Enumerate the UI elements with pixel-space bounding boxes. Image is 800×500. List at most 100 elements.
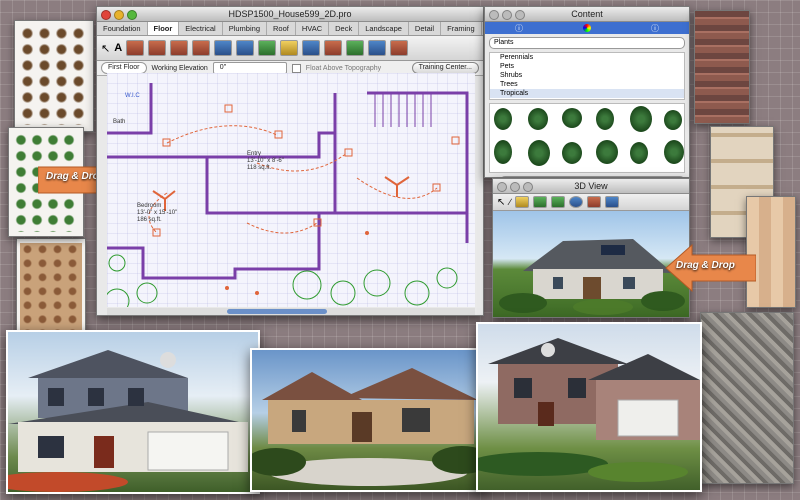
minimize-button[interactable] [502, 10, 512, 20]
view-options-icon[interactable] [390, 40, 409, 56]
category-item-perennials[interactable]: Perennials [490, 53, 684, 62]
furniture-thumbnail-grid [19, 27, 89, 125]
color-palette-icon[interactable] [583, 24, 591, 32]
room-area: 118 sq.ft. [247, 165, 272, 171]
close-button[interactable] [489, 10, 499, 20]
content-tab-bar: ⓘ ⓘ [485, 22, 689, 34]
house-render-center [252, 368, 484, 486]
content-window-title: Content [571, 9, 603, 19]
minimize-button[interactable] [114, 10, 124, 20]
tab-framing[interactable]: Framing [441, 22, 482, 35]
3d-render-viewport[interactable] [493, 211, 689, 317]
tab-detail[interactable]: Detail [409, 22, 442, 35]
room-label-wic: W.I.C [125, 93, 140, 99]
float-label: Float Above Topography [305, 64, 382, 72]
paint-icon[interactable] [514, 196, 529, 208]
fireplace-icon[interactable] [236, 40, 255, 56]
zoom-button[interactable] [523, 182, 533, 192]
room-name: Bedroom [137, 203, 162, 209]
tab-plumbing[interactable]: Plumbing [223, 22, 267, 35]
content-window: Content ⓘ ⓘ Plants Perennials Pets Shrubs T… [484, 6, 690, 178]
room-label-entry: Entry 13'-10" x 8'-6" 118 sq.ft. [247, 151, 284, 172]
close-button[interactable] [101, 10, 111, 20]
select-arrow-icon[interactable]: ↖ [497, 197, 505, 208]
text-tool-icon[interactable]: A [114, 42, 122, 54]
render-icon[interactable] [604, 196, 619, 208]
terrain-icon[interactable] [532, 196, 547, 208]
tab-foundation[interactable]: Foundation [97, 22, 148, 35]
3d-view-title: 3D View [574, 181, 608, 191]
floor-icon[interactable] [324, 40, 343, 56]
plan-window-titlebar[interactable]: HDSP1500_House599_2D.pro [97, 7, 483, 22]
door-tool-icon[interactable] [170, 40, 189, 56]
close-button[interactable] [497, 182, 507, 192]
category-item-pets[interactable]: Pets [490, 62, 684, 71]
info-icon-2[interactable]: ⓘ [651, 23, 659, 34]
3d-view-toolbar: ↖ ∕ [493, 194, 689, 211]
minimize-button[interactable] [510, 182, 520, 192]
zoom-button[interactable] [127, 10, 137, 20]
house-photo-right [476, 322, 702, 492]
3d-view-window: 3D View ↖ ∕ [492, 178, 690, 318]
tab-electrical[interactable]: Electrical [179, 22, 223, 35]
house-photo-center [250, 348, 486, 492]
room-name: Entry [247, 151, 262, 157]
category-select[interactable]: Plants [489, 37, 685, 49]
wand-icon[interactable]: ∕ [509, 197, 511, 207]
select-arrow-icon[interactable]: ↖ [101, 42, 110, 55]
furniture-thumbnails-panel [14, 20, 94, 132]
railing-icon[interactable] [280, 40, 299, 56]
tab-roof[interactable]: Roof [267, 22, 296, 35]
category-item-trees[interactable]: Trees [490, 80, 684, 89]
category-value: Plants [494, 39, 514, 46]
drag-drop-arrow-right: Drag & Drop [664, 243, 757, 293]
mode-tabs: Foundation Floor Electrical Plumbing Roof HVA… [97, 22, 483, 36]
room-label-bath: Bath [113, 119, 126, 125]
grass-icon[interactable] [550, 196, 565, 208]
stairs-tool-icon[interactable] [214, 40, 233, 56]
scrollbar-thumb[interactable] [227, 309, 327, 314]
wall-textures-panel [694, 10, 750, 124]
room-dims: 13'-0" x 15'-10" [137, 210, 178, 216]
3d-view-titlebar[interactable]: 3D View [493, 179, 689, 194]
recycle-icon[interactable] [346, 40, 365, 56]
floor-plan-drawing [107, 83, 469, 307]
category-item-tropicals[interactable]: Tropicals [490, 89, 684, 98]
plant-results-grid [489, 103, 685, 173]
furniture-thumbnail-grid-2 [20, 243, 82, 330]
3d-house-render [499, 239, 685, 315]
float-checkbox[interactable] [291, 63, 301, 73]
view-2d-icon[interactable] [368, 40, 387, 56]
room-area: 186 sq.ft. [137, 217, 162, 223]
house-render-right [478, 338, 700, 482]
room-label-bedroom: Bedroom 13'-0" x 15'-10" 186 sq.ft. [137, 203, 177, 224]
brick-wall-icon[interactable] [148, 40, 167, 56]
plan-canvas[interactable]: Bedroom 13'-0" x 15'-10" 186 sq.ft. Entr… [107, 73, 475, 307]
content-window-titlebar[interactable]: Content [485, 7, 689, 22]
material-icon[interactable] [586, 196, 601, 208]
tab-deck[interactable]: Deck [329, 22, 360, 35]
window-tool-icon[interactable] [192, 40, 211, 56]
drag-drop-label-right: Drag & Drop [676, 260, 735, 271]
wall-tool-icon[interactable] [126, 40, 145, 56]
tab-landscape[interactable]: Landscape [359, 22, 409, 35]
tab-floor[interactable]: Floor [147, 22, 180, 35]
house-photo-left [6, 330, 260, 494]
column-icon[interactable] [302, 40, 321, 56]
furniture-thumbnails-panel-2 [16, 238, 86, 335]
plan-window-title: HDSP1500_House599_2D.pro [228, 9, 352, 19]
info-icon[interactable]: ⓘ [515, 23, 523, 34]
category-item-shrubs[interactable]: Shrubs [490, 71, 684, 80]
horizontal-scrollbar[interactable] [107, 308, 475, 315]
elevation-label: Working Elevation [151, 64, 208, 72]
plan-toolbar: ↖ A [97, 36, 483, 61]
floor-plan-window: HDSP1500_House599_2D.pro Foundation Floor… [96, 6, 484, 316]
zoom-button[interactable] [515, 10, 525, 20]
compass-icon[interactable] [568, 196, 583, 208]
tab-hvac[interactable]: HVAC [296, 22, 330, 35]
house-render-left [8, 350, 248, 492]
stone-textures-panel [700, 312, 794, 484]
category-list: Perennials Pets Shrubs Trees Tropicals [489, 52, 685, 100]
room-dims: 13'-10" x 8'-6" [247, 158, 284, 164]
cabinet-icon[interactable] [258, 40, 277, 56]
